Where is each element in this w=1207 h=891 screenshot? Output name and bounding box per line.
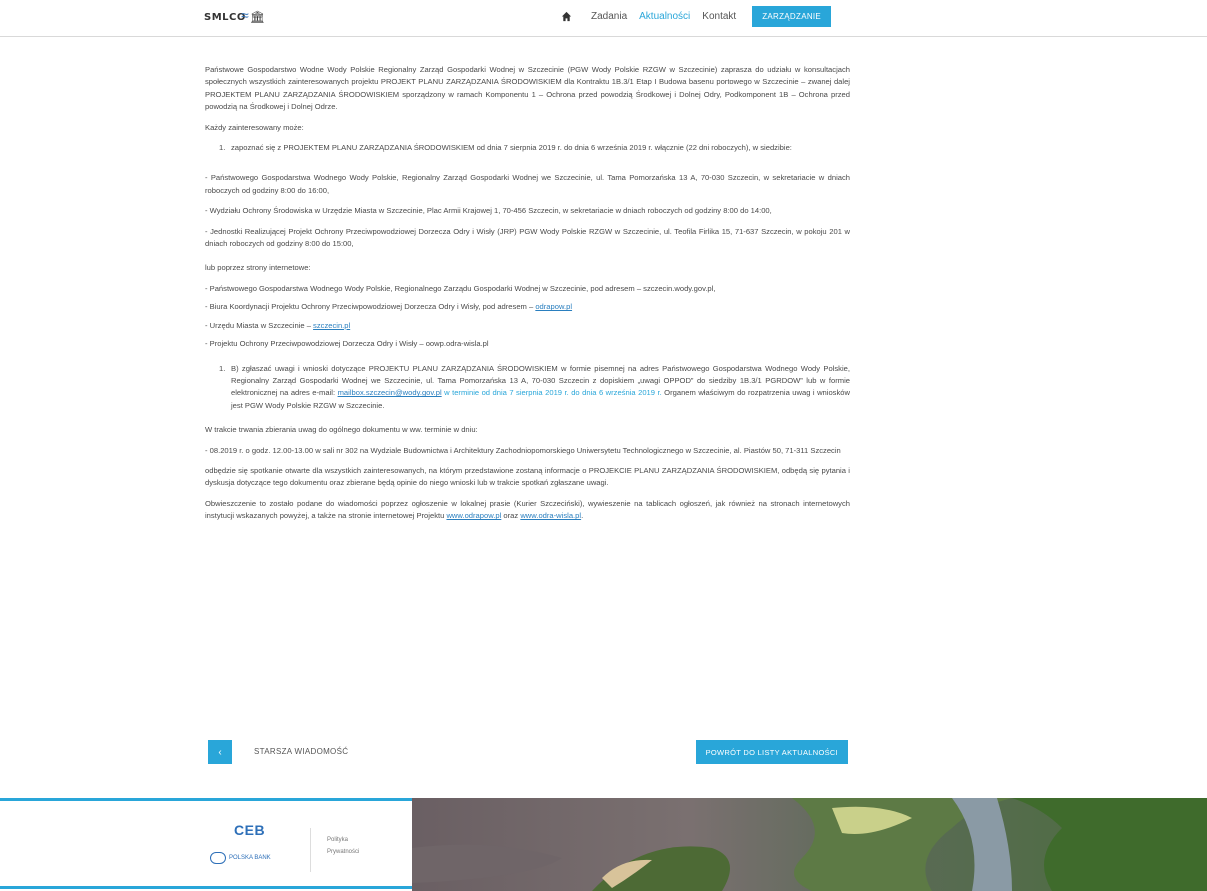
location-1: - Państwowego Gospodarstwa Wodnego Wody …	[205, 173, 850, 195]
waves-icon: ≈	[241, 7, 249, 23]
nav-item-kontakt[interactable]: Kontakt	[702, 11, 736, 22]
home-icon[interactable]	[561, 11, 573, 23]
web-item-3-text: - Urzędu Miasta w Szczecinie –	[205, 320, 314, 330]
location-3: - Jednostki Realizującej Projekt Ochrony…	[205, 226, 850, 249]
footer-logos: CEB POLSKA BANK Polityka Prywatności	[200, 822, 410, 882]
web-item-2-link[interactable]: odrapow.pl	[535, 302, 572, 311]
footer-divider	[310, 828, 311, 872]
public-meeting: odbędzie się spotkanie otwarte dla wszys…	[205, 465, 850, 488]
notice-link-2[interactable]: www.odra-wisla.pl	[520, 511, 581, 520]
prev-arrow-button[interactable]: ‹	[208, 740, 232, 764]
point-2: 1. B) zgłaszać uwagi i wnioski dotyczące…	[217, 363, 850, 413]
notice-mid: oraz	[501, 511, 521, 521]
footer-link-polityka[interactable]: Polityka	[327, 834, 359, 846]
web-item-3: - Urzędu Miasta w Szczecinie – szczecin.…	[205, 320, 850, 332]
footer-river-photo	[412, 798, 1207, 891]
nav-item-aktualnosci[interactable]: Aktualności	[639, 11, 690, 22]
web-item-2-text: - Biura Koordynacji Projektu Ochrony Prz…	[205, 302, 536, 312]
main-nav: Zadania Aktualności Kontakt ZARZĄDZANIE	[561, 6, 832, 27]
location-2: - Wydziału Ochrony Środowiska w Urzędzie…	[205, 206, 772, 216]
article-intro: Państwowe Gospodarstwo Wodne Wody Polski…	[205, 65, 850, 112]
meeting-intro: W trakcie trwania zbierania uwag do ogól…	[205, 425, 478, 435]
footer-link-prywatnosci[interactable]: Prywatności	[327, 846, 359, 858]
bank-logo[interactable]: POLSKA BANK	[210, 852, 271, 864]
nav-item-zadania[interactable]: Zadania	[591, 11, 627, 22]
point-1-number: 1.	[219, 143, 226, 153]
article-body: Państwowe Gospodarstwo Wodne Wody Polski…	[205, 64, 850, 531]
footer-accent-top	[0, 798, 412, 801]
river-aerial-image	[412, 798, 1207, 891]
footer-accent-bottom	[0, 886, 412, 889]
bank-logo-icon	[210, 852, 226, 864]
each-can-label: Każdy zainteresowany może:	[205, 122, 304, 132]
ceb-logo[interactable]: CEB	[234, 822, 265, 838]
back-to-list-button[interactable]: POWRÓT DO LISTY AKTUALNOŚCI	[695, 740, 848, 764]
nav-cta-button[interactable]: ZARZĄDZANIE	[752, 6, 832, 27]
bank-logo-text: POLSKA BANK	[229, 855, 271, 861]
site-header: SMLCO 🏛 ≈ Zadania Aktualności Kontakt ZA…	[0, 0, 1207, 37]
wody-polskie-logo[interactable]: ≈	[241, 7, 281, 23]
site-footer: CEB POLSKA BANK Polityka Prywatności	[0, 798, 1207, 891]
point-2-email-link[interactable]: mailbox.szczecin@wody.gov.pl	[338, 388, 442, 397]
point-2-number: 1.	[219, 363, 226, 373]
ceb-logo-text: CEB	[234, 822, 266, 838]
notice-end: .	[581, 511, 584, 521]
web-intro: lub poprzez strony internetowe:	[205, 263, 311, 273]
point-2-deadline: w terminie od dnia 7 sierpnia 2019 r. do…	[441, 388, 662, 398]
footer-links: Polityka Prywatności	[327, 834, 359, 858]
web-item-2: - Biura Koordynacji Projektu Ochrony Prz…	[205, 301, 850, 313]
chevron-left-icon: ‹	[218, 746, 222, 758]
point-1-text: zapoznać się z PROJEKTEM PLANU ZARZĄDZAN…	[231, 143, 792, 153]
web-item-1: - Państwowego Gospodarstwa Wodnego Wody …	[205, 283, 716, 293]
web-item-4: - Projektu Ochrony Przeciwpowodziowej Do…	[205, 339, 489, 349]
web-item-3-link[interactable]: szczecin.pl	[313, 321, 350, 330]
smlco-logo-text: SMLCO	[204, 11, 246, 23]
notice-link-1[interactable]: www.odrapow.pl	[446, 511, 501, 520]
point-1: 1. zapoznać się z PROJEKTEM PLANU ZARZĄD…	[217, 142, 850, 154]
notice: Obwieszczenie to zostało podane do wiado…	[205, 498, 850, 523]
article-pager: ‹ STARSZA WIADOMOŚĆ POWRÓT DO LISTY AKTU…	[208, 740, 850, 764]
prev-news-link[interactable]: STARSZA WIADOMOŚĆ	[254, 747, 348, 756]
meeting-details: - 08.2019 r. o godz. 12.00-13.00 w sali …	[205, 445, 841, 455]
